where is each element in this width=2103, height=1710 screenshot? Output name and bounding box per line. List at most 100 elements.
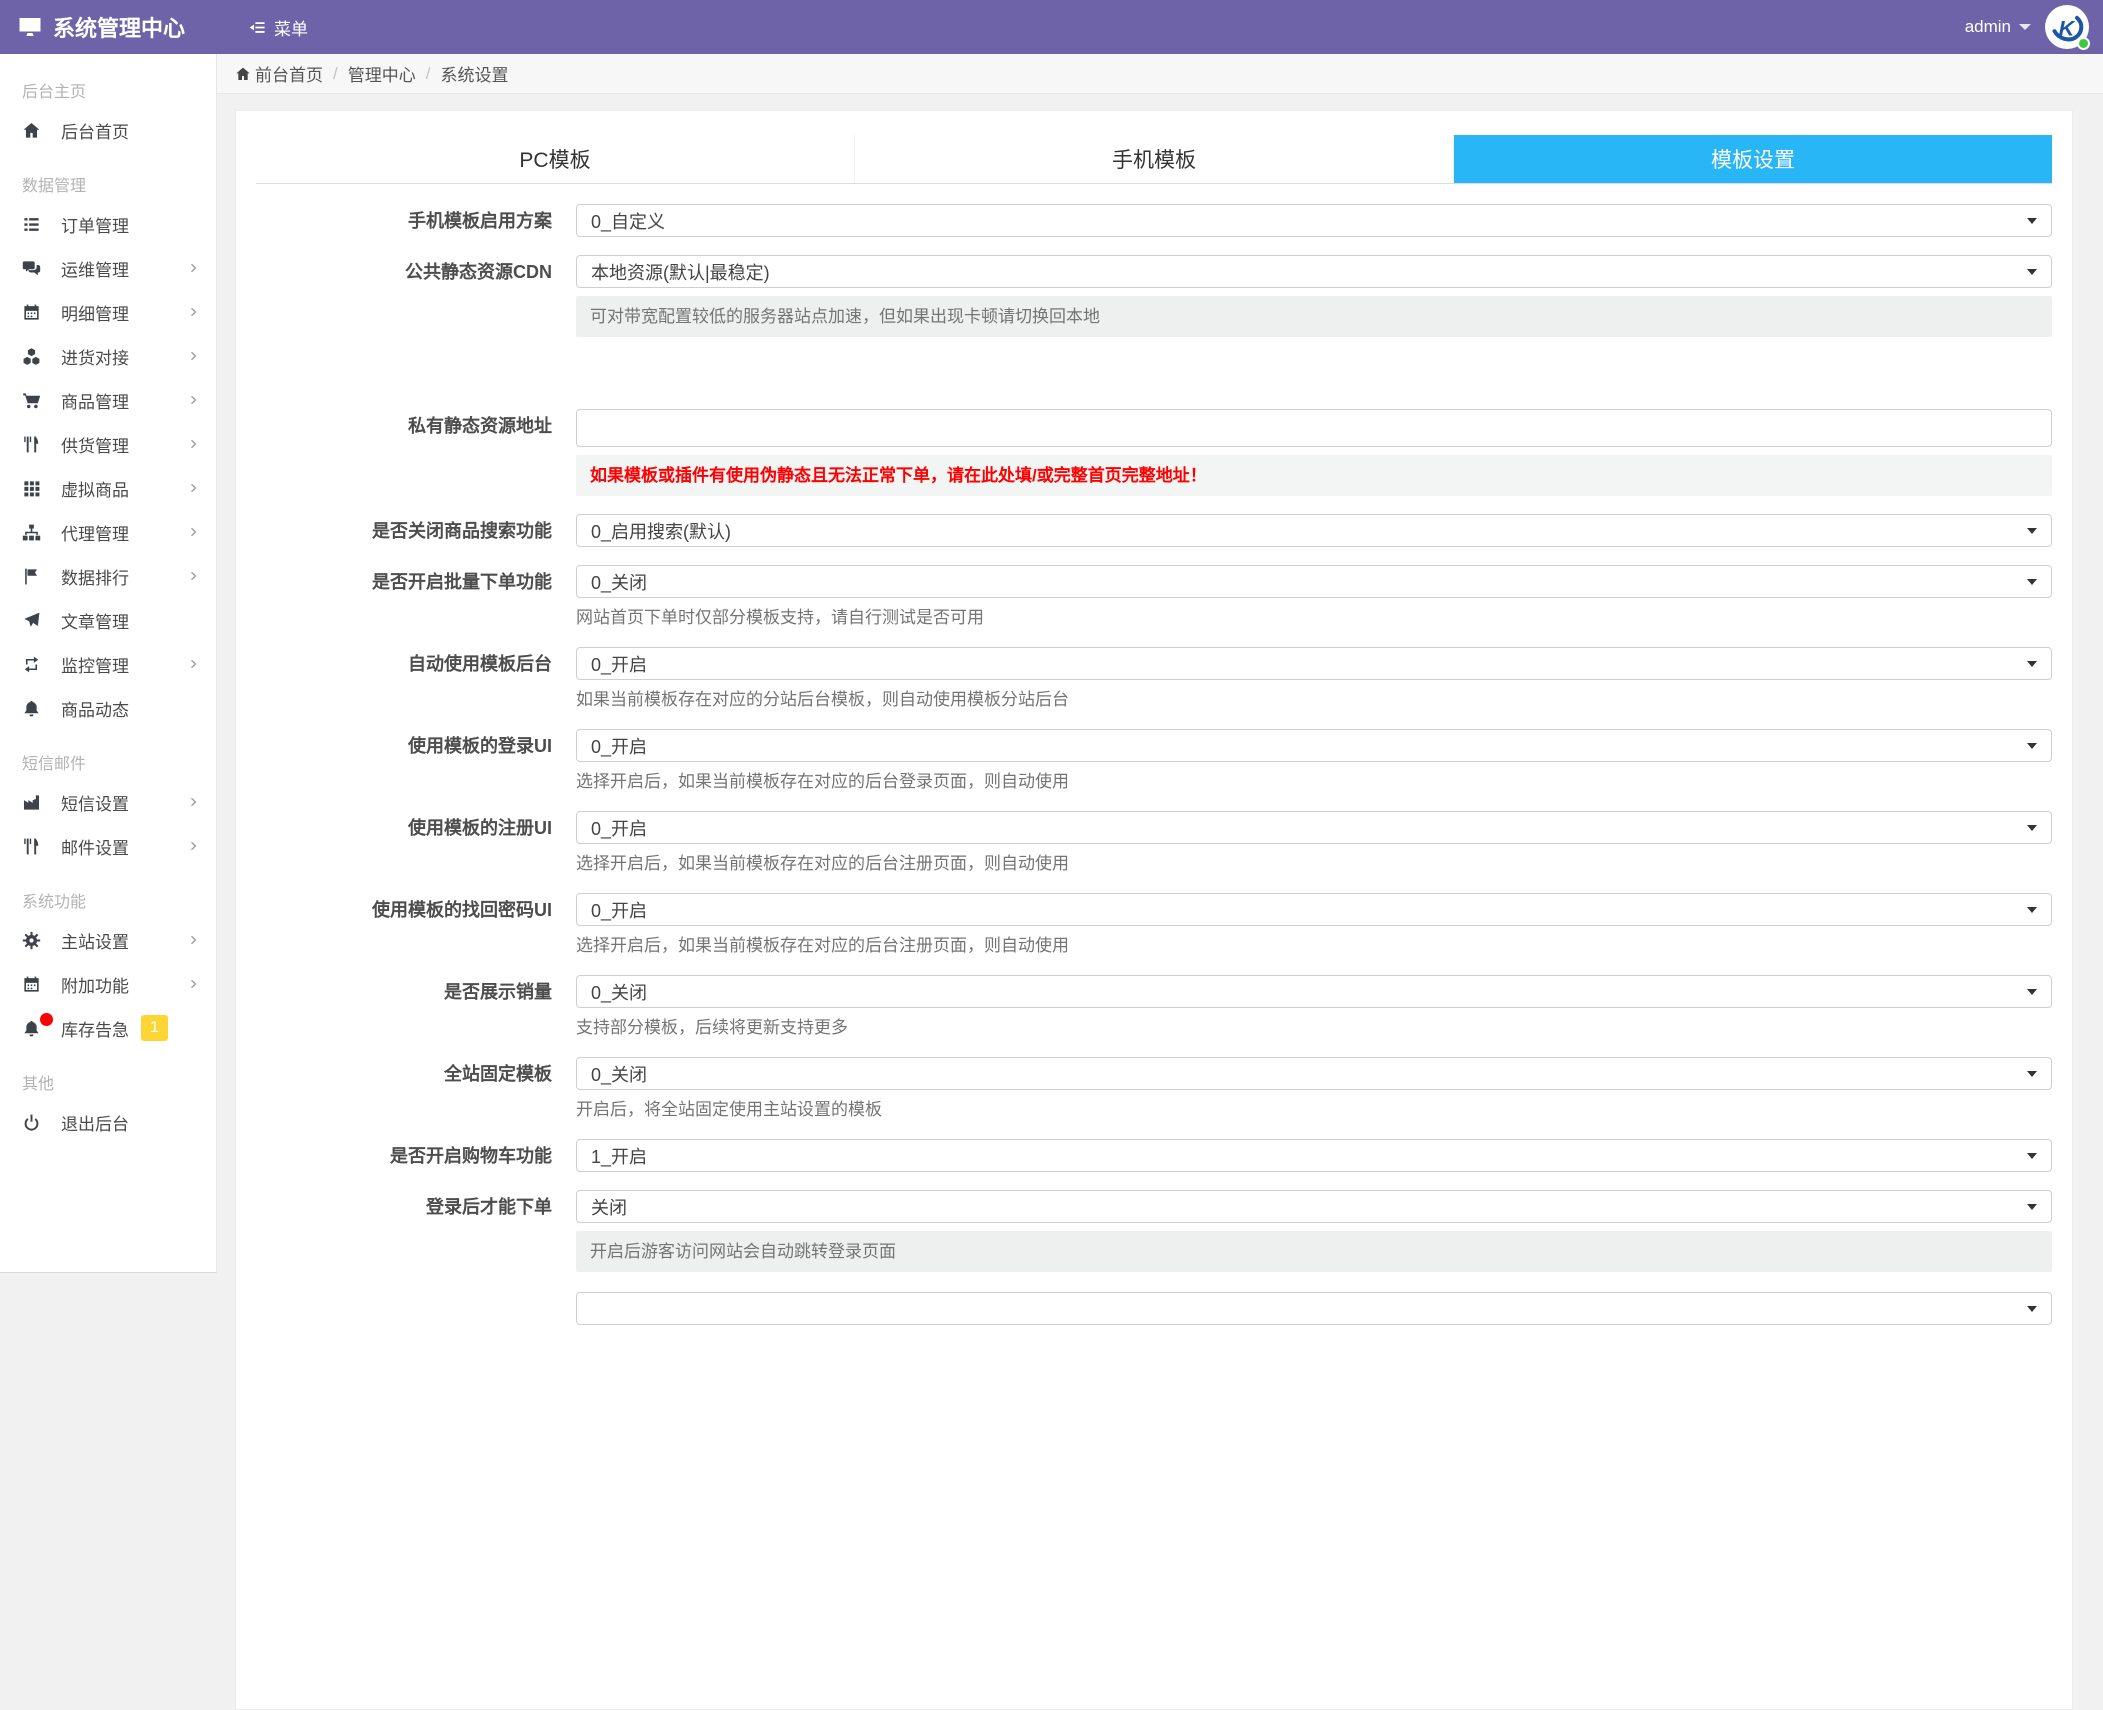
chevron-right-icon [188, 570, 200, 582]
breadcrumb-item-admin-center[interactable]: 管理中心 [348, 61, 416, 86]
field-control: 1_开启 [576, 1139, 2052, 1172]
top-navbar: 系统管理中心 菜单 admin K [0, 0, 2103, 54]
sidebar-item[interactable]: 虚拟商品 [0, 466, 216, 510]
power-icon [22, 1113, 46, 1132]
select-value: 0_关闭 [591, 1064, 648, 1085]
sidebar-item[interactable]: 邮件设置 [0, 824, 216, 868]
field-help: 网站首页下单时仅部分模板支持，请自行测试是否可用 [576, 608, 984, 627]
field-select[interactable]: 关闭 [576, 1190, 2052, 1223]
field-label: 是否开启购物车功能 [390, 1146, 552, 1166]
field-select[interactable]: 0_关闭 [576, 565, 2052, 598]
template-tabs: PC模板 手机模板 模板设置 [256, 135, 2052, 184]
form-row: 使用模板的登录UI 0_开启 选择开启后，如果当前模板存在对应的后台登录页面，则… [256, 729, 2052, 793]
calendar-icon [22, 975, 46, 994]
field-control: 0_开启 如果当前模板存在对应的分站后台模板，则自动使用模板分站后台 [576, 647, 2052, 711]
field-select[interactable] [576, 1292, 2052, 1325]
sidebar-item[interactable]: 文章管理 [0, 598, 216, 642]
select-value: 0_开启 [591, 736, 648, 757]
field-control: 0_开启 选择开启后，如果当前模板存在对应的后台注册页面，则自动使用 [576, 893, 2052, 957]
sidebar-item[interactable]: 商品动态 [0, 686, 216, 730]
tab-pc-template[interactable]: PC模板 [256, 135, 854, 183]
form-row: 手机模板启用方案 0_自定义 [256, 204, 2052, 237]
sidebar-item-label: 监控管理 [61, 656, 129, 676]
avatar[interactable]: K [2045, 5, 2090, 50]
field-control: 0_开启 选择开启后，如果当前模板存在对应的后台注册页面，则自动使用 [576, 811, 2052, 875]
breadcrumb-home[interactable]: 前台首页 [235, 61, 323, 86]
caret-down-icon [2027, 1070, 2037, 1077]
sidebar-item[interactable]: 监控管理 [0, 642, 216, 686]
home-icon [235, 66, 251, 82]
field-select[interactable]: 0_开启 [576, 729, 2052, 762]
flag-icon [22, 567, 46, 586]
field-label: 自动使用模板后台 [408, 654, 552, 674]
sidebar-item[interactable]: 运维管理 [0, 246, 216, 290]
sidebar-item[interactable]: 明细管理 [0, 290, 216, 334]
field-label: 登录后才能下单 [426, 1197, 552, 1217]
caret-down-icon [2027, 527, 2037, 534]
field-help: 选择开启后，如果当前模板存在对应的后台注册页面，则自动使用 [576, 854, 1069, 873]
svg-text:K: K [2059, 15, 2076, 40]
field-label: 是否关闭商品搜索功能 [372, 521, 552, 541]
sidebar-item[interactable]: 数据排行 [0, 554, 216, 598]
tab-template-settings[interactable]: 模板设置 [1453, 135, 2052, 183]
sidebar-item[interactable]: 进货对接 [0, 334, 216, 378]
menu-toggle[interactable]: 菜单 [249, 15, 308, 40]
sidebar-item[interactable]: 商品管理 [0, 378, 216, 422]
cutlery-icon [22, 435, 46, 454]
chevron-right-icon [188, 262, 200, 274]
user-menu[interactable]: admin [1965, 17, 2031, 37]
field-label: 使用模板的登录UI [408, 736, 552, 756]
field-control [576, 1292, 2052, 1325]
sidebar-section: 后台主页 后台首页 [0, 58, 216, 152]
app-brand[interactable]: 系统管理中心 [0, 11, 217, 43]
field-select[interactable]: 1_开启 [576, 1139, 2052, 1172]
field-select[interactable]: 0_关闭 [576, 1057, 2052, 1090]
field-help: 可对带宽配置较低的服务器站点加速，但如果出现卡顿请切换回本地 [576, 296, 2052, 337]
field-select[interactable]: 0_开启 [576, 893, 2052, 926]
sidebar-item[interactable]: 代理管理 [0, 510, 216, 554]
field-control: 0_启用搜索(默认) [576, 514, 2052, 547]
sidebar-item[interactable]: 订单管理 [0, 202, 216, 246]
field-control: 如果模板或插件有使用伪静态且无法正常下单，请在此处填/或完整首页完整地址！ [576, 409, 2052, 496]
field-control: 关闭 开启后游客访问网站会自动跳转登录页面 [576, 1190, 2052, 1272]
field-select[interactable]: 0_自定义 [576, 204, 2052, 237]
sidebar-item-label: 进货对接 [61, 348, 129, 368]
form-row: 登录后才能下单 关闭 开启后游客访问网站会自动跳转登录页面 [256, 1190, 2052, 1272]
form-row: 使用模板的找回密码UI 0_开启 选择开启后，如果当前模板存在对应的后台注册页面… [256, 893, 2052, 957]
form-row: 公共静态资源CDN 本地资源(默认|最稳定) 可对带宽配置较低的服务器站点加速，… [256, 255, 2052, 337]
field-help: 选择开启后，如果当前模板存在对应的后台登录页面，则自动使用 [576, 772, 1069, 791]
sidebar-item[interactable]: 供货管理 [0, 422, 216, 466]
app-title: 系统管理中心 [53, 16, 186, 41]
chevron-right-icon [188, 840, 200, 852]
chevron-right-icon [188, 978, 200, 990]
status-dot [2077, 37, 2090, 50]
caret-down-icon [2027, 578, 2037, 585]
sidebar-item[interactable]: 主站设置 [0, 918, 216, 962]
alert-dot [40, 1012, 53, 1026]
select-value: 0_启用搜索(默认) [591, 521, 732, 542]
sidebar-item[interactable]: 退出后台 [0, 1100, 216, 1144]
sitemap-icon [22, 523, 46, 542]
home-icon [22, 121, 46, 140]
field-select[interactable]: 0_开启 [576, 811, 2052, 844]
sidebar-item-label: 退出后台 [61, 1114, 129, 1134]
sidebar-item[interactable]: 附加功能 [0, 962, 216, 1006]
caret-down-icon [2027, 268, 2037, 275]
field-select[interactable]: 0_开启 [576, 647, 2052, 680]
comments-icon [22, 259, 46, 278]
field-select[interactable]: 0_关闭 [576, 975, 2052, 1008]
field-select[interactable]: 本地资源(默认|最稳定) [576, 255, 2052, 288]
form-row: 是否开启批量下单功能 0_关闭 网站首页下单时仅部分模板支持，请自行测试是否可用 [256, 565, 2052, 629]
field-label: 全站固定模板 [444, 1064, 552, 1084]
sidebar-item[interactable]: 库存告急 1 [0, 1006, 216, 1050]
form-row: 是否关闭商品搜索功能 0_启用搜索(默认) [256, 514, 2052, 547]
field-input[interactable] [576, 409, 2052, 447]
cutlery-icon [22, 837, 46, 856]
sidebar-item[interactable]: 短信设置 [0, 780, 216, 824]
field-select[interactable]: 0_启用搜索(默认) [576, 514, 2052, 547]
settings-card: PC模板 手机模板 模板设置 手机模板启用方案 0_自定义 公共静态资源CDN … [235, 110, 2073, 1710]
tab-mobile-template[interactable]: 手机模板 [854, 135, 1453, 183]
sidebar-item-label: 虚拟商品 [61, 480, 129, 500]
sidebar-item-label: 库存告急 [61, 1020, 129, 1040]
sidebar-item[interactable]: 后台首页 [0, 108, 216, 152]
